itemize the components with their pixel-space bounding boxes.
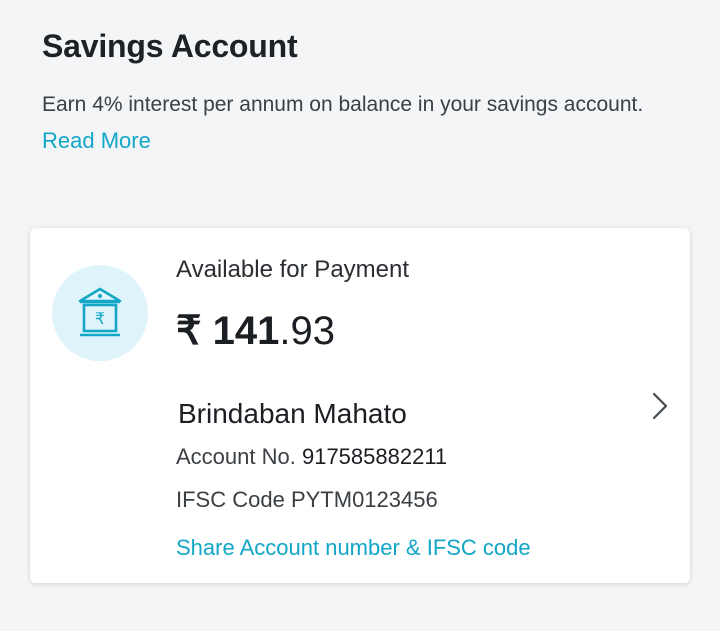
savings-header: Savings Account Earn 4% interest per ann… [42,24,682,156]
page-title: Savings Account [42,28,298,64]
balance-decimal: .93 [279,309,335,353]
share-account-link[interactable]: Share Account number & IFSC code [176,535,531,561]
read-more-link[interactable]: Read More [42,126,151,156]
balance-integer: 141 [212,309,280,353]
chevron-right-icon[interactable] [648,390,672,422]
account-number-row: Account No. 917585882211 [176,444,447,470]
bank-rupee-icon: ₹ [78,287,122,337]
account-number-label: Account No. [176,444,296,469]
bank-icon-circle: ₹ [52,265,148,361]
account-card[interactable]: ₹ Available for Payment ₹ 141.93 Brindab… [30,228,690,583]
account-number-value: 917585882211 [301,444,448,469]
ifsc-value: PYTM0123456 [290,487,438,512]
ifsc-label: IFSC Code [176,487,285,512]
balance-amount: ₹ 141.93 [176,308,335,354]
available-label: Available for Payment [176,256,410,283]
interest-description: Earn 4% interest per annum on balance in… [42,93,644,116]
svg-text:₹: ₹ [95,309,105,328]
rupee-symbol: ₹ [176,309,202,353]
account-holder-name: Brindaban Mahato [178,398,407,429]
ifsc-row: IFSC Code PYTM0123456 [176,487,438,513]
